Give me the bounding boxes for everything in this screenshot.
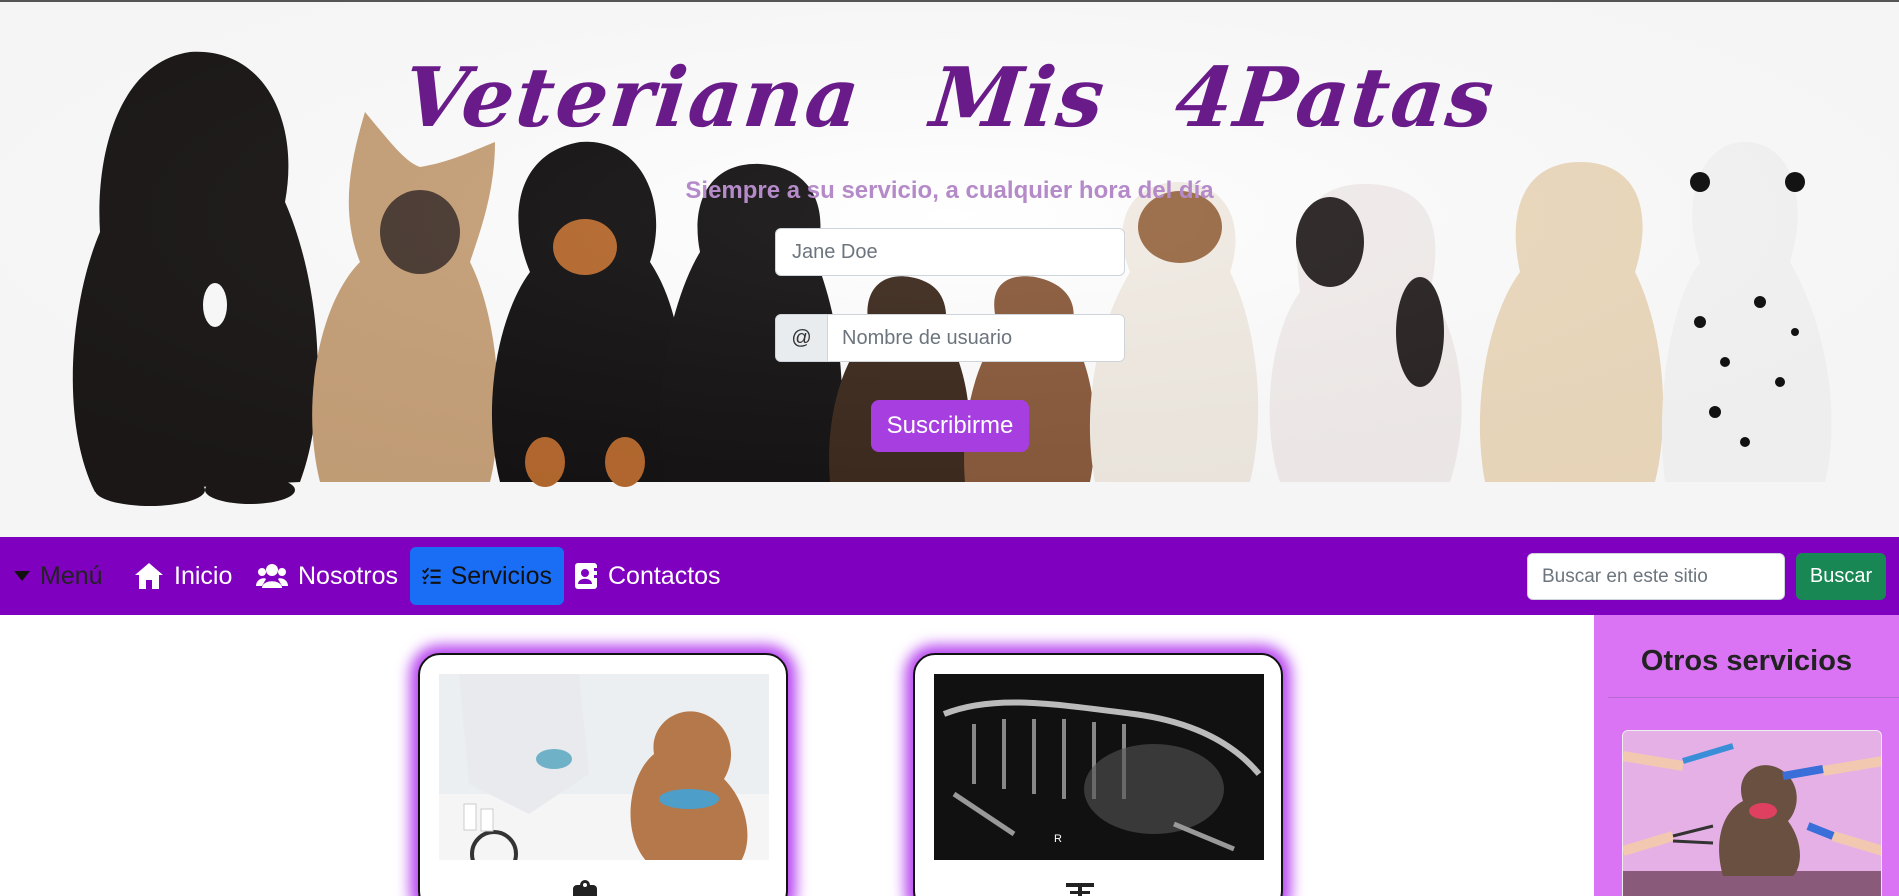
sidebar-divider xyxy=(1608,697,1899,698)
vet-consultation-image xyxy=(439,674,769,860)
sidebar-title: Otros servicios xyxy=(1640,645,1853,677)
caret-down-icon xyxy=(14,571,30,581)
search-input[interactable] xyxy=(1527,553,1785,600)
hero-subtitle: Siempre a su servicio, a cualquier hora … xyxy=(685,177,1214,204)
menu-dropdown-toggle[interactable]: Menú xyxy=(4,547,113,605)
nav-label-contactos: Contactos xyxy=(608,561,721,590)
at-addon: @ xyxy=(776,315,828,361)
svg-text:R: R xyxy=(1054,833,1062,845)
menu-label: Menú xyxy=(40,561,103,590)
home-icon xyxy=(135,563,163,589)
users-icon xyxy=(256,564,288,588)
other-services-sidebar: Otros servicios xyxy=(1594,615,1899,896)
nav-label-nosotros: Nosotros xyxy=(298,561,399,590)
username-group: @ xyxy=(775,314,1125,362)
subscribe-button[interactable]: Suscribirme xyxy=(871,400,1029,452)
nav-item-servicios[interactable]: Servicios xyxy=(410,547,564,605)
xray-image: R xyxy=(934,674,1264,860)
nav-label-inicio: Inicio xyxy=(174,561,233,590)
clipboard-icon xyxy=(573,880,597,896)
contact-card-icon xyxy=(575,563,598,589)
hero-title: Veteriana Mis 4Patas xyxy=(399,50,1500,146)
service-card[interactable] xyxy=(418,653,788,896)
service-card[interactable]: R xyxy=(913,653,1283,896)
grooming-image[interactable] xyxy=(1622,730,1882,896)
list-check-icon xyxy=(422,567,441,584)
search-button[interactable]: Buscar xyxy=(1796,553,1886,600)
hero-banner: Veteriana Mis 4Patas Siempre a su servic… xyxy=(0,2,1899,537)
nav-item-nosotros[interactable]: Nosotros xyxy=(246,547,408,605)
nav-item-inicio[interactable]: Inicio xyxy=(124,547,242,605)
main-navbar: Menú Inicio Nosotros Servicios Contactos… xyxy=(0,537,1899,615)
username-field[interactable] xyxy=(828,315,1124,361)
services-content: R Otros servicios xyxy=(0,615,1899,896)
nav-label-servicios: Servicios xyxy=(450,561,552,590)
nav-item-contactos[interactable]: Contactos xyxy=(564,547,731,605)
name-field[interactable] xyxy=(775,228,1125,276)
xray-icon xyxy=(1066,883,1094,896)
